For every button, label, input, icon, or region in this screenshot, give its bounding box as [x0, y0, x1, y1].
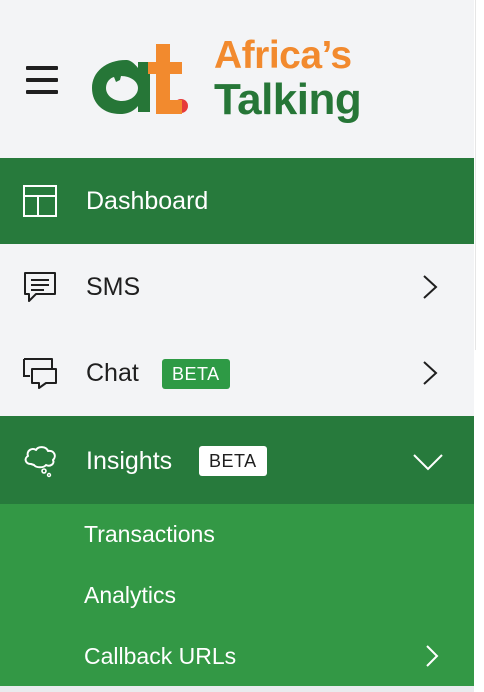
submenu-item-analytics[interactable]: Analytics — [0, 565, 474, 625]
nav-item-sms[interactable]: SMS — [0, 244, 474, 330]
submenu-label-callback-urls: Callback URLs — [84, 643, 237, 669]
nav-item-dashboard[interactable]: Dashboard — [0, 158, 474, 244]
divider — [475, 0, 476, 350]
submenu-label-analytics: Analytics — [84, 582, 177, 608]
logo-word-talking: Talking — [214, 75, 362, 124]
beta-badge: BETA — [162, 359, 230, 389]
submenu-item-transactions[interactable]: Transactions — [0, 504, 474, 564]
sidebar-bottom-edge — [0, 686, 474, 692]
insights-submenu: Transactions Analytics Callback URLs — [0, 504, 474, 686]
at-logo-mark — [92, 44, 188, 114]
sidebar: Africa’s Talking Dashboard SMS Chat BETA… — [0, 0, 474, 692]
submenu-item-callback-urls[interactable]: Callback URLs — [0, 626, 474, 686]
chevron-right-icon — [423, 361, 438, 385]
dashboard-layout-icon — [23, 185, 57, 217]
chevron-down-icon — [413, 454, 443, 471]
africas-talking-logo[interactable]: Africa’s Talking — [86, 30, 376, 130]
nav-label-sms: SMS — [86, 273, 141, 301]
sidebar-header: Africa’s Talking — [0, 0, 474, 158]
nav-item-chat[interactable]: Chat BETA — [0, 330, 474, 416]
beta-badge: BETA — [199, 446, 267, 476]
chat-bubbles-icon — [23, 358, 57, 389]
submenu-label-transactions: Transactions — [84, 521, 215, 547]
thought-cloud-icon — [24, 446, 56, 478]
chevron-right-icon — [426, 645, 439, 667]
message-square-icon — [24, 272, 56, 302]
chevron-right-icon — [423, 275, 438, 299]
nav-label-chat: Chat — [86, 359, 139, 387]
nav-label-dashboard: Dashboard — [86, 187, 209, 215]
nav-label-insights: Insights — [86, 447, 173, 475]
hamburger-icon[interactable] — [26, 66, 58, 94]
logo-word-africas: Africa’s — [214, 34, 352, 77]
